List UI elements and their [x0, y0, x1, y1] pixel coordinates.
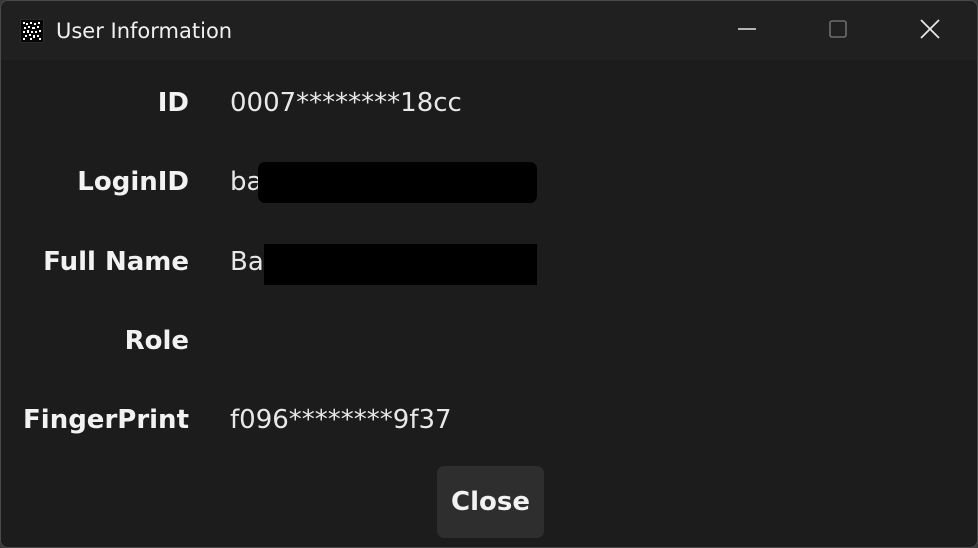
field-value: 0007********18cc: [230, 88, 462, 118]
field-label: FingerPrint: [23, 405, 189, 435]
field-value: Ba: [230, 247, 264, 277]
window-close-button[interactable]: [884, 1, 976, 60]
field-row-id: ID 0007********18cc: [1, 82, 977, 124]
field-value: f096********9f37: [230, 405, 452, 435]
minimize-icon: [737, 19, 757, 43]
field-row-fingerprint: FingerPrint f096********9f37: [1, 399, 977, 441]
field-label: LoginID: [77, 167, 189, 197]
user-information-window: User Information ID 0007********18cc Log…: [0, 0, 978, 548]
field-row-full-name: Full Name Ba: [1, 241, 977, 285]
field-row-role: Role: [1, 320, 977, 362]
qr-pattern-icon: [20, 19, 44, 43]
close-icon: [919, 18, 941, 44]
redaction-block: [264, 244, 537, 285]
field-label: Full Name: [43, 247, 189, 277]
maximize-icon: [828, 19, 848, 43]
field-label: Role: [124, 326, 189, 356]
field-row-loginid: LoginID ba: [1, 161, 977, 203]
minimize-button[interactable]: [701, 1, 793, 60]
maximize-button[interactable]: [792, 1, 884, 60]
redaction-block: [258, 162, 537, 203]
user-info-panel: ID 0007********18cc LoginID ba Full Name…: [1, 60, 977, 547]
title-bar[interactable]: User Information: [1, 1, 977, 60]
window-title: User Information: [56, 19, 233, 43]
close-button[interactable]: Close: [437, 466, 544, 538]
field-label: ID: [157, 88, 189, 118]
